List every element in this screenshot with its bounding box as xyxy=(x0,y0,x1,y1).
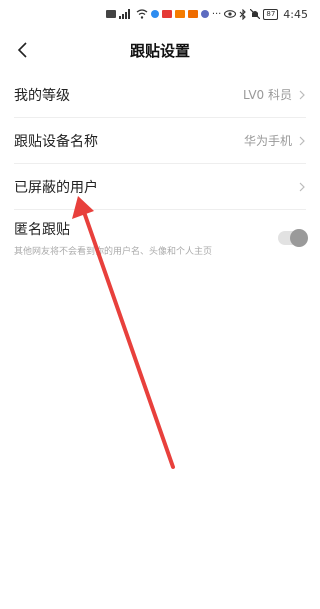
mute-icon xyxy=(250,9,261,19)
battery-icon: 87 xyxy=(263,8,279,20)
anonymous-description: 其他网友将不会看到你的用户名、头像和个人主页 xyxy=(14,247,213,257)
anonymous-label: 匿名跟贴 xyxy=(14,222,70,238)
chevron-right-icon xyxy=(299,182,305,191)
bluetooth-icon xyxy=(239,8,247,20)
chevron-right-icon xyxy=(299,90,305,99)
toggle-knob xyxy=(290,229,308,247)
wifi-icon xyxy=(136,9,148,19)
app-badge-icon xyxy=(161,10,172,18)
chevron-left-icon xyxy=(17,42,27,58)
settings-row-device-name[interactable]: 跟贴设备名称 华为手机 xyxy=(14,118,306,164)
more-icon: ··· xyxy=(211,8,222,20)
settings-list: 我的等级 LV0 科员 跟贴设备名称 华为手机 已屏蔽的用户 匿名跟贴 其他网友… xyxy=(0,72,320,266)
level-value: LV0 科员 xyxy=(242,88,292,102)
app-badge-icon xyxy=(174,10,185,18)
status-bar: ··· 87 4:45 xyxy=(0,0,320,28)
blocked-users-label: 已屏蔽的用户 xyxy=(14,179,98,196)
anonymous-text-group: 匿名跟贴 其他网友将不会看到你的用户名、头像和个人主页 xyxy=(14,219,212,257)
chevron-right-icon xyxy=(299,136,305,145)
nav-bar: 跟贴设置 xyxy=(0,28,320,72)
settings-row-anonymous: 匿名跟贴 其他网友将不会看到你的用户名、头像和个人主页 xyxy=(14,210,308,266)
app-badge-icon xyxy=(187,10,198,18)
eye-icon xyxy=(224,10,237,18)
anonymous-toggle[interactable] xyxy=(278,229,308,247)
level-label: 我的等级 xyxy=(14,87,70,104)
settings-row-blocked-users[interactable]: 已屏蔽的用户 xyxy=(14,164,306,210)
shield-icon xyxy=(150,10,159,18)
clock: 4:45 xyxy=(283,7,308,21)
back-button[interactable] xyxy=(8,36,36,64)
app-badge-icon xyxy=(200,10,209,18)
device-name-value: 华为手机 xyxy=(243,134,292,148)
nfc-icon xyxy=(105,10,116,18)
signal-icon xyxy=(118,9,130,19)
device-name-label: 跟贴设备名称 xyxy=(14,133,98,150)
page-title: 跟贴设置 xyxy=(129,41,190,60)
settings-row-level[interactable]: 我的等级 LV0 科员 xyxy=(14,72,306,118)
